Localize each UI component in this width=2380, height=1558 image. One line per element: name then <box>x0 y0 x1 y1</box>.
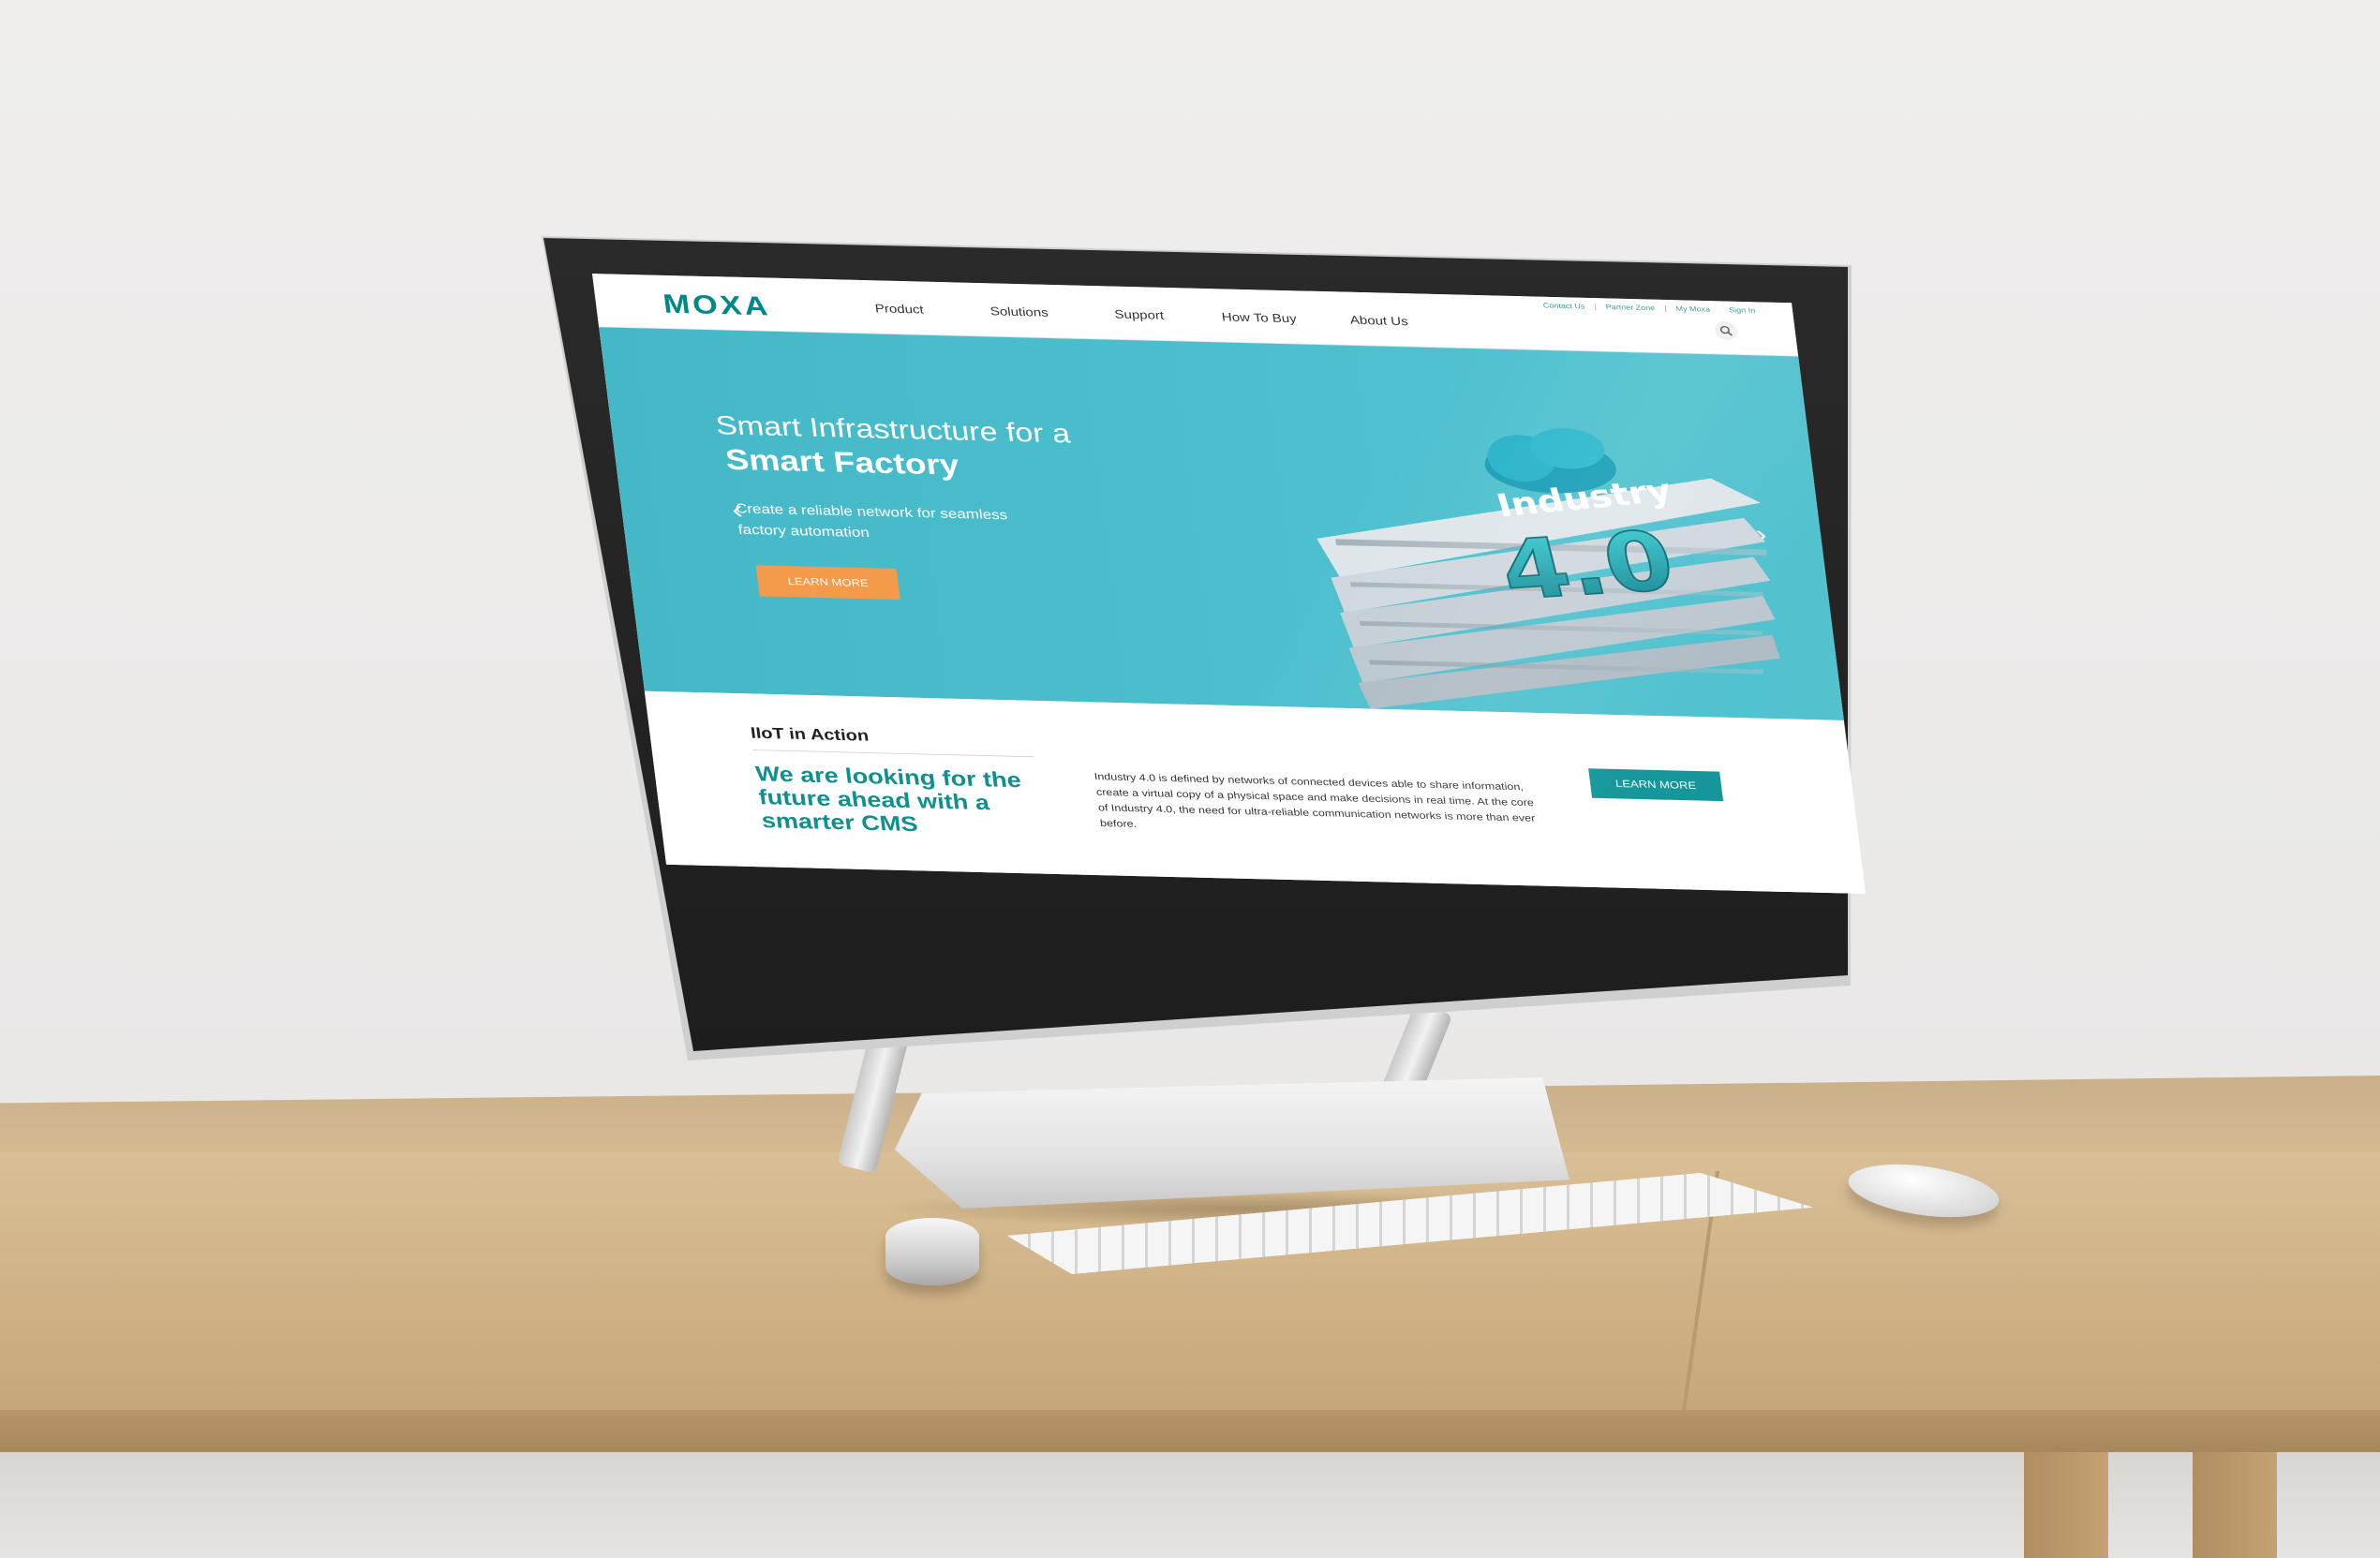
hero-learn-more-button[interactable]: LEARN MORE <box>755 565 900 601</box>
website-screen: MOXA Contact Us | Partner Zone | My Moxa… <box>592 274 1867 895</box>
industry-4-illustration: Industry 4.0 <box>1316 428 1780 709</box>
hero-banner: Smart Infrastructure for a Smart Factory… <box>599 327 1844 720</box>
section-divider <box>752 749 1034 758</box>
search-icon <box>1719 325 1733 336</box>
surface-dial <box>885 1218 979 1285</box>
iiot-learn-more-button[interactable]: LEARN MORE <box>1588 768 1724 802</box>
hero-subtitle: Create a reliable network for seamless f… <box>735 500 1009 541</box>
illustration-number: 4.0 <box>1491 513 1684 618</box>
nav-item-how-to-buy[interactable]: How To Buy <box>1198 310 1320 326</box>
floor <box>0 1452 2380 1558</box>
moxa-logo[interactable]: MOXA <box>662 289 772 322</box>
section-label: IIoT in Action <box>750 724 870 745</box>
nav-item-product[interactable]: Product <box>839 302 960 318</box>
divider <box>1719 305 1720 313</box>
divider: | <box>1593 303 1598 311</box>
divider: | <box>1663 304 1668 313</box>
top-link-partner-zone[interactable]: Partner Zone <box>1605 303 1656 312</box>
section-heading: We are looking for the future ahead with… <box>754 762 1023 837</box>
nav-item-support[interactable]: Support <box>1078 307 1200 323</box>
main-nav: Product Solutions Support How To Buy Abo… <box>839 302 1440 330</box>
hero-title-bold: Smart Factory <box>723 443 961 482</box>
desk-leg <box>2024 1452 2108 1558</box>
desk-leg <box>2193 1452 2277 1558</box>
nav-item-about-us[interactable]: About Us <box>1318 313 1440 329</box>
desk-edge <box>0 1410 2380 1452</box>
section-body-text: Industry 4.0 is defined by networks of c… <box>1093 771 1536 830</box>
scene: MOXA Contact Us | Partner Zone | My Moxa… <box>0 0 2380 1558</box>
utility-links: Contact Us | Partner Zone | My Moxa Sign… <box>1542 302 1755 315</box>
nav-item-solutions[interactable]: Solutions <box>959 304 1080 320</box>
top-link-sign-in[interactable]: Sign In <box>1729 306 1756 315</box>
top-link-contact[interactable]: Contact Us <box>1542 302 1585 310</box>
iiot-section: IIoT in Action We are looking for the fu… <box>644 690 1867 895</box>
top-link-my-moxa[interactable]: My Moxa <box>1675 304 1711 313</box>
search-button[interactable] <box>1713 320 1739 341</box>
